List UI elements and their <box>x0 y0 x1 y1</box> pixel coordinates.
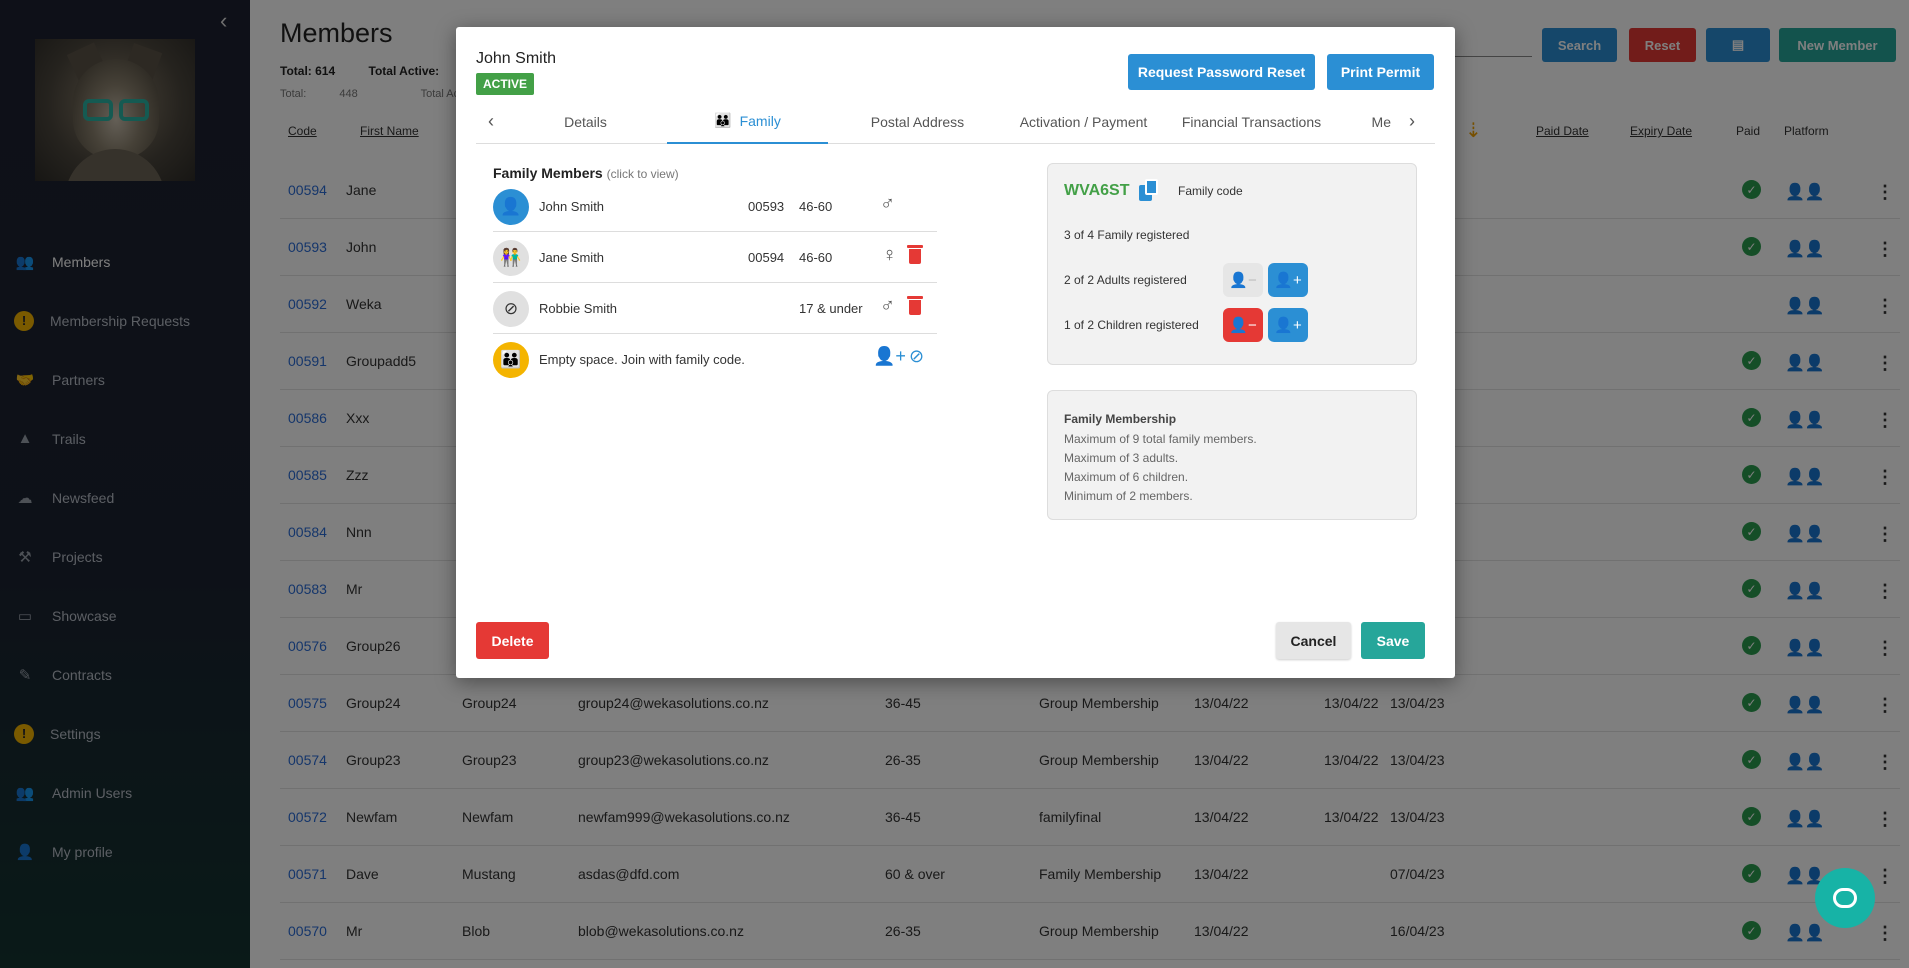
remove-slot-icon[interactable]: ⊘ <box>909 346 924 367</box>
member-name: John Smith <box>539 199 605 214</box>
tab-more[interactable]: Me <box>1331 99 1391 144</box>
add-user-icon[interactable]: 👤+ <box>873 346 906 367</box>
tab-scroll-right-icon[interactable]: › <box>1397 99 1427 144</box>
info-line: Minimum of 2 members. <box>1064 489 1193 503</box>
registered-count: 3 of 4 Family registered <box>1064 228 1190 242</box>
tab-postal-address[interactable]: Postal Address <box>837 99 998 144</box>
delete-member-icon[interactable] <box>907 245 923 265</box>
chat-support-button[interactable] <box>1815 868 1875 928</box>
info-title: Family Membership <box>1064 412 1177 426</box>
user-plus-icon: 👤+ <box>1274 272 1302 289</box>
modal-tabs: ‹ Details 👪 Family Postal Address Activa… <box>476 99 1435 144</box>
delete-button[interactable]: Delete <box>476 622 549 659</box>
family-member-row[interactable]: ⊘ Robbie Smith 17 & under ♂ <box>493 283 937 334</box>
request-password-reset-button[interactable]: Request Password Reset <box>1128 54 1315 90</box>
member-age: 17 & under <box>799 301 863 316</box>
add-adult-button[interactable]: 👤+ <box>1268 263 1308 297</box>
family-membership-info-card: Family Membership Maximum of 9 total fam… <box>1047 390 1417 520</box>
family-code-label: Family code <box>1178 184 1243 198</box>
tab-details[interactable]: Details <box>511 99 660 144</box>
family-code: WVA6ST <box>1064 182 1130 199</box>
remove-child-button[interactable]: 👤− <box>1223 308 1263 342</box>
member-age: 46-60 <box>799 199 833 214</box>
cancel-button[interactable]: Cancel <box>1276 622 1351 659</box>
user-slash-icon: ⊘ <box>493 291 529 327</box>
empty-slot-text: Empty space. Join with family code. <box>539 352 745 367</box>
member-avatar-icon: 👤 <box>493 189 529 225</box>
family-member-row[interactable]: 👫 Jane Smith 00594 46-60 ♀ <box>493 232 937 283</box>
add-child-button[interactable]: 👤+ <box>1268 308 1308 342</box>
family-member-row[interactable]: 👤 John Smith 00593 46-60 ♂ <box>493 181 937 232</box>
tab-activation-payment[interactable]: Activation / Payment <box>1003 99 1164 144</box>
member-name: Robbie Smith <box>539 301 618 316</box>
info-line: Maximum of 3 adults. <box>1064 451 1179 465</box>
member-name: John Smith <box>476 50 557 67</box>
tab-financial-transactions[interactable]: Financial Transactions <box>1171 99 1332 144</box>
male-icon: ♂ <box>880 193 895 215</box>
user-plus-icon: 👤+ <box>1274 317 1302 334</box>
female-icon: ♀ <box>882 244 897 266</box>
adult-couple-icon: 👫 <box>493 240 529 276</box>
male-icon: ♂ <box>880 295 895 317</box>
info-line: Maximum of 9 total family members. <box>1064 432 1257 446</box>
family-empty-icon: 👪 <box>493 342 529 378</box>
member-code: 00594 <box>748 250 785 265</box>
print-permit-button[interactable]: Print Permit <box>1327 54 1434 90</box>
user-minus-icon: 👤− <box>1229 317 1257 334</box>
info-line: Maximum of 6 children. <box>1064 470 1189 484</box>
children-registered: 1 of 2 Children registered <box>1064 318 1199 332</box>
remove-adult-button[interactable]: 👤− <box>1223 263 1263 297</box>
tab-family[interactable]: 👪 Family <box>667 99 828 144</box>
adults-registered: 2 of 2 Adults registered <box>1064 273 1187 287</box>
member-age: 46-60 <box>799 250 833 265</box>
status-badge: ACTIVE <box>476 73 535 95</box>
tab-scroll-left-icon[interactable]: ‹ <box>476 99 506 144</box>
family-icon: 👪 <box>714 112 732 128</box>
family-code-card: WVA6ST Family code 3 of 4 Family registe… <box>1047 163 1417 365</box>
family-members-title: Family Members (click to view) <box>493 165 679 181</box>
user-minus-icon: 👤− <box>1229 272 1257 289</box>
family-empty-slot-row: 👪 Empty space. Join with family code. 👤+… <box>493 334 937 385</box>
delete-member-icon[interactable] <box>907 296 923 316</box>
member-modal: John Smith ACTIVE Request Password Reset… <box>456 27 1455 678</box>
chat-bubble-icon <box>1833 888 1857 908</box>
copy-icon[interactable] <box>1139 179 1161 203</box>
member-code: 00593 <box>748 199 785 214</box>
save-button[interactable]: Save <box>1361 622 1425 659</box>
member-name: Jane Smith <box>539 250 605 265</box>
